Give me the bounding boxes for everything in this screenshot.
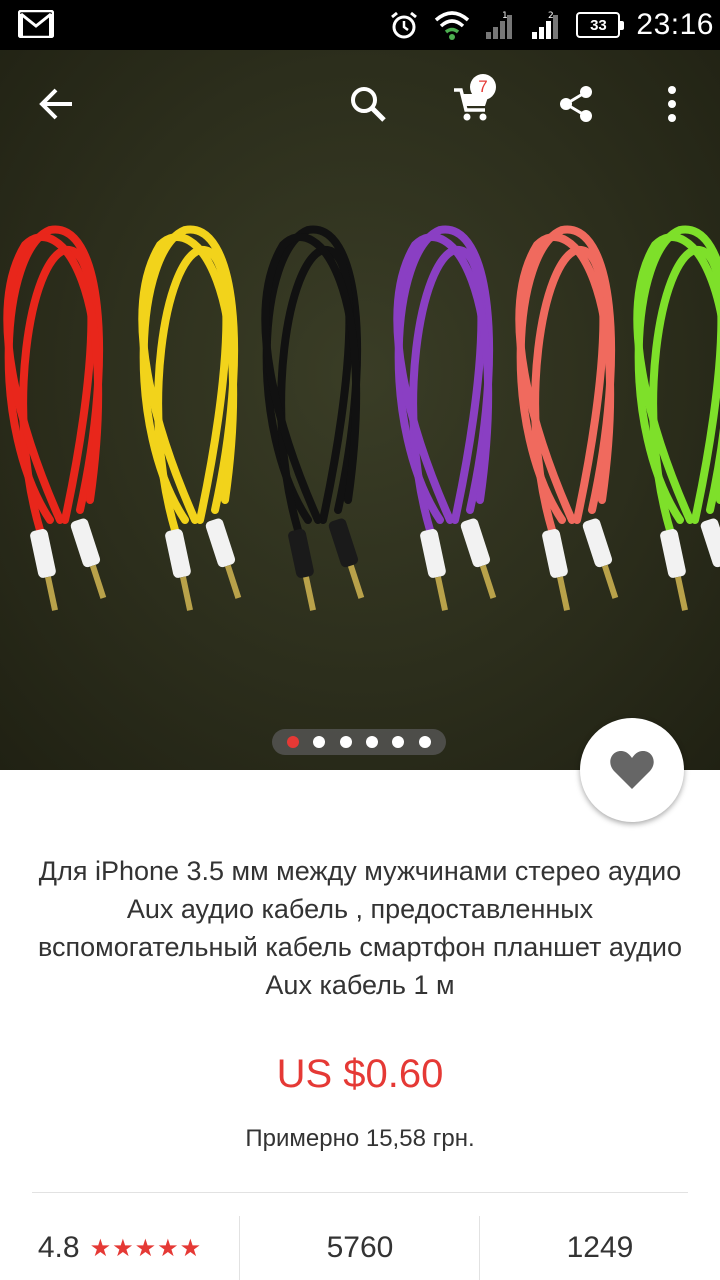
- product-title: Для iPhone 3.5 мм между мужчинами стерео…: [38, 856, 682, 1000]
- svg-text:2: 2: [548, 11, 554, 21]
- product-toolbar: 7: [0, 50, 720, 160]
- rating-stat[interactable]: 4.8 ★★★★★: [0, 1216, 240, 1280]
- cable-graphic: [3, 225, 107, 611]
- cable-graphic: [515, 225, 619, 611]
- svg-text:1: 1: [502, 11, 508, 21]
- cable-graphic: [393, 225, 497, 611]
- battery-icon: 33: [576, 12, 625, 38]
- heart-icon: [610, 750, 654, 789]
- favorite-button[interactable]: [580, 718, 684, 822]
- cable-graphic: [633, 225, 720, 611]
- pager-dot[interactable]: [287, 736, 300, 748]
- pager-dot[interactable]: [392, 736, 405, 748]
- divider: [32, 1192, 688, 1193]
- product-stats: 4.8 ★★★★★ 5760 1249: [0, 1216, 720, 1280]
- rating-stars: ★★★★★: [89, 1234, 203, 1262]
- orders-count: 5760: [326, 1231, 394, 1264]
- orders-stat[interactable]: 5760: [240, 1216, 480, 1280]
- wifi-icon: [434, 10, 470, 40]
- back-arrow-icon[interactable]: [32, 80, 80, 128]
- share-icon[interactable]: [552, 80, 600, 128]
- status-bar: 1 2 33 23:16: [0, 0, 720, 50]
- pager-dot[interactable]: [418, 736, 431, 748]
- search-icon[interactable]: [344, 80, 392, 128]
- feedback-count: 1249: [566, 1231, 634, 1264]
- cart-count-badge: 7: [470, 74, 496, 100]
- pager-dot[interactable]: [366, 736, 379, 748]
- battery-level: 33: [590, 16, 607, 34]
- product-price: US $0.60: [276, 1052, 444, 1096]
- gallery-pager: [272, 729, 446, 755]
- pager-dot[interactable]: [339, 736, 352, 748]
- pager-dot[interactable]: [313, 736, 326, 748]
- signal-1-icon: 1: [484, 10, 516, 40]
- more-vert-icon[interactable]: [648, 80, 696, 128]
- cart-icon[interactable]: 7: [448, 74, 496, 128]
- gmail-icon: [17, 9, 55, 39]
- alarm-icon: [388, 9, 420, 41]
- cable-graphic: [138, 225, 242, 611]
- feedback-stat[interactable]: 1249: [480, 1216, 720, 1280]
- signal-2-icon: 2: [530, 10, 562, 40]
- approx-price: Примерно 15,58 грн.: [245, 1125, 475, 1152]
- rating-value: 4.8: [37, 1231, 80, 1264]
- clock: 23:16: [636, 8, 714, 41]
- cable-graphic: [261, 225, 365, 611]
